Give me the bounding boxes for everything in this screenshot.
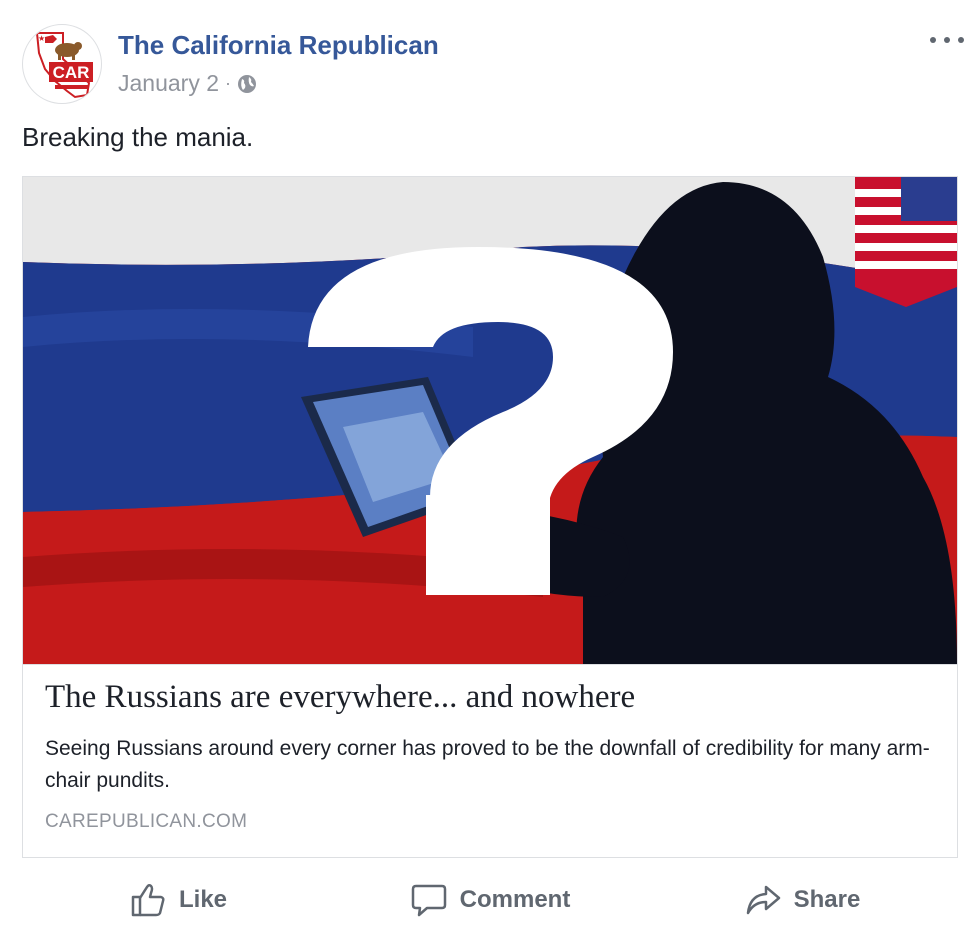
page-avatar[interactable]: ★ CAR	[22, 24, 102, 104]
action-bar: Like Comment Share	[22, 872, 958, 928]
link-domain: CAREPUBLICAN.COM	[45, 811, 248, 832]
link-preview-body: The Russians are everywhere... and nowhe…	[23, 664, 957, 857]
comment-label: Comment	[459, 886, 571, 913]
page-name-link[interactable]: The California Republican	[118, 30, 439, 61]
link-preview-card[interactable]: The Russians are everywhere... and nowhe…	[22, 176, 958, 858]
link-preview-image[interactable]	[23, 177, 957, 664]
like-button[interactable]: Like	[22, 872, 334, 928]
globe-icon[interactable]	[237, 74, 257, 94]
feed-post: ★ CAR The California Republican January …	[0, 0, 980, 941]
link-description: Seeing Russians around every corner has …	[45, 737, 930, 792]
california-republican-logo: ★ CAR	[24, 26, 100, 102]
post-text: Breaking the mania.	[22, 122, 254, 152]
svg-text:★: ★	[38, 34, 45, 43]
post-date[interactable]: January 2	[118, 70, 219, 97]
meta-separator: ·	[225, 73, 232, 93]
post-meta: January 2 ·	[118, 70, 257, 97]
more-options-button[interactable]	[930, 30, 964, 50]
share-arrow-icon	[746, 885, 780, 915]
ellipsis-icon	[944, 37, 950, 43]
comment-button[interactable]: Comment	[334, 872, 646, 928]
us-flag-banner	[855, 177, 957, 307]
share-label: Share	[793, 886, 861, 913]
link-title[interactable]: The Russians are everywhere... and nowhe…	[45, 679, 635, 716]
share-button[interactable]: Share	[646, 872, 958, 928]
thumbs-up-icon	[131, 883, 165, 917]
avatar-logo-text: CAR	[53, 63, 90, 82]
speech-bubble-icon	[411, 884, 446, 917]
like-label: Like	[178, 886, 228, 913]
ellipsis-icon	[930, 37, 936, 43]
ellipsis-icon	[958, 37, 964, 43]
